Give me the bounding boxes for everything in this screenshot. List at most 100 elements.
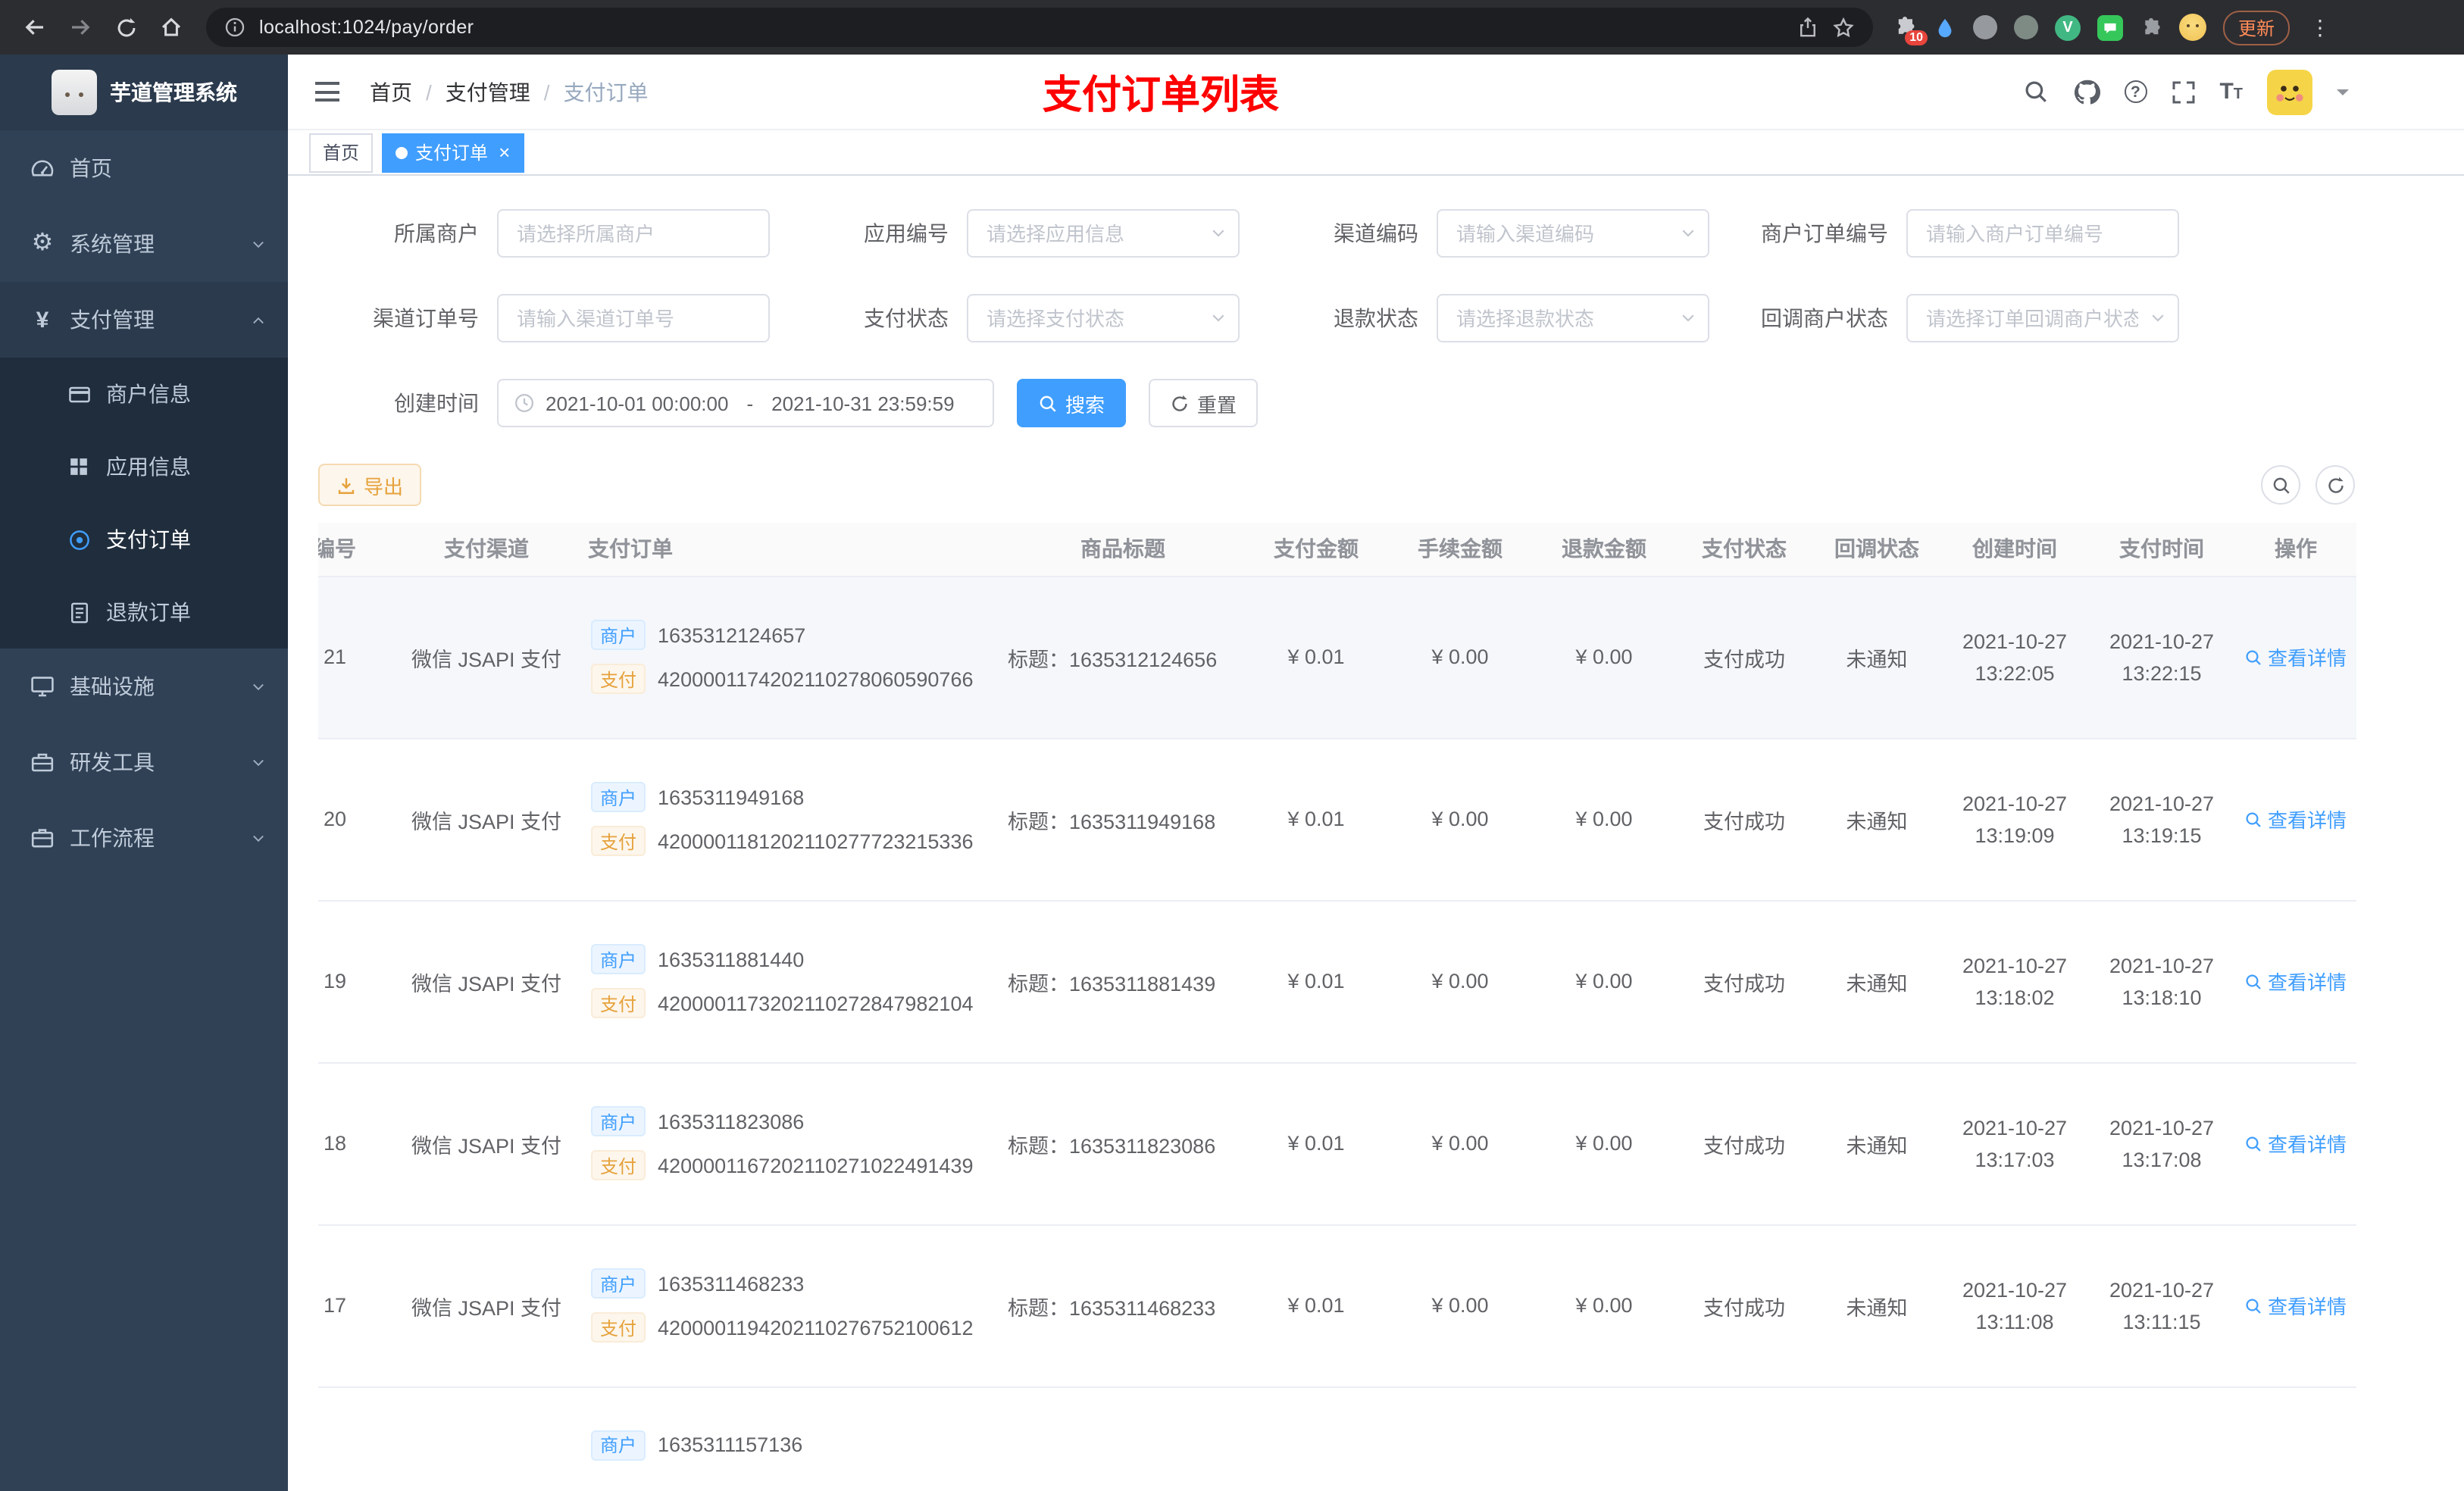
- pay-status-select[interactable]: [967, 294, 1240, 342]
- cell-fee-amount: ¥ 0.00: [1388, 900, 1532, 1063]
- url-text: localhost:1024/pay/order: [259, 17, 474, 38]
- cell-id: 17: [318, 1224, 403, 1387]
- filter-label: 商户订单编号: [1761, 221, 1888, 245]
- filter-label: 回调商户状态: [1761, 306, 1888, 330]
- sidebar-toggle-icon[interactable]: [312, 77, 342, 106]
- merchant-order-input[interactable]: [1906, 209, 2179, 258]
- browser-update-button[interactable]: 更新: [2223, 10, 2290, 45]
- extension-icon[interactable]: [1973, 15, 1997, 39]
- sidebar-item-workflow[interactable]: 工作流程: [0, 800, 288, 876]
- sidebar-item-home[interactable]: 首页: [0, 130, 288, 206]
- filter-channel-order-no: 渠道订单号: [318, 294, 788, 342]
- sidebar-item-dev-tools[interactable]: 研发工具: [0, 724, 288, 800]
- extension-icon[interactable]: [2014, 15, 2038, 39]
- view-detail-link[interactable]: 查看详情: [2245, 642, 2347, 671]
- table-row: 21 微信 JSAPI 支付 商户 1635312124657 支付 4200001…: [318, 576, 2356, 739]
- cell-pay-time: 2021-10-27 13:19:15: [2088, 738, 2235, 901]
- export-button[interactable]: 导出: [318, 464, 422, 506]
- github-icon[interactable]: [2072, 78, 2100, 105]
- tab-home[interactable]: 首页: [309, 133, 374, 172]
- show-search-toggle-button[interactable]: [2261, 465, 2300, 505]
- cell-id: 19: [318, 900, 403, 1063]
- view-detail-link[interactable]: 查看详情: [2245, 967, 2347, 996]
- bank-card-icon: [67, 382, 91, 406]
- drop-extension-icon[interactable]: [1934, 16, 1956, 39]
- filter-label: 渠道订单号: [373, 306, 479, 330]
- col-fee-amount: 手续金额: [1388, 523, 1532, 577]
- cell-actions: 查看详情: [2235, 738, 2356, 901]
- address-bar[interactable]: localhost:1024/pay/order: [206, 8, 1873, 47]
- cell-pay-status: 支付成功: [1676, 900, 1812, 1063]
- browser-back-button[interactable]: [12, 5, 58, 50]
- tab-close-icon[interactable]: [499, 142, 510, 162]
- reset-button[interactable]: 重置: [1149, 379, 1259, 427]
- cell-notify-status: 未通知: [1812, 576, 1941, 739]
- refresh-table-button[interactable]: [2315, 465, 2355, 505]
- share-icon[interactable]: [1797, 17, 1818, 38]
- gear-icon: [30, 232, 55, 256]
- main-area: 首页 支付管理 支付订单 支付订单列表: [288, 55, 2464, 1491]
- fullscreen-icon[interactable]: [2171, 80, 2195, 104]
- cell-order: 商户 1635311823086 支付 4200001167202110271022…: [570, 1062, 1002, 1225]
- refund-status-select[interactable]: [1437, 294, 1709, 342]
- sidebar-item-system-management[interactable]: 系统管理: [0, 206, 288, 282]
- help-icon[interactable]: [2124, 80, 2147, 103]
- extension-puzzle-icon[interactable]: 10: [1893, 15, 1928, 45]
- notify-status-select[interactable]: [1906, 294, 2179, 342]
- table-toolbar: 导出: [318, 464, 2434, 506]
- cell-fee-amount: ¥ 0.00: [1388, 1224, 1532, 1387]
- cell-title: 标题：1635311823086: [1002, 1062, 1244, 1225]
- cell-refund-amount: ¥ 0.00: [1532, 1062, 1676, 1225]
- browser-reload-button[interactable]: [103, 5, 149, 50]
- browser-forward-button[interactable]: [58, 5, 103, 50]
- merchant-input[interactable]: [497, 209, 770, 258]
- search-button[interactable]: 搜索: [1017, 379, 1127, 427]
- col-notify-status: 回调状态: [1812, 523, 1941, 577]
- sidebar-item-infrastructure[interactable]: 基础设施: [0, 649, 288, 724]
- app-select[interactable]: [967, 209, 1240, 258]
- cell-pay-time: 2021-10-27 13:22:15: [2088, 576, 2235, 739]
- chevron-down-icon: [250, 236, 267, 252]
- filter-pay-status: 支付状态: [788, 294, 1258, 342]
- cell-title: 标题：1635311468233: [1002, 1224, 1244, 1387]
- vue-devtools-icon[interactable]: [2055, 14, 2081, 40]
- cell-actions: 查看详情: [2235, 900, 2356, 1063]
- bookmark-star-icon[interactable]: [1832, 16, 1855, 39]
- view-detail-link[interactable]: 查看详情: [2245, 805, 2347, 833]
- view-detail-link[interactable]: 查看详情: [2245, 1129, 2347, 1158]
- channel-code-select[interactable]: [1437, 209, 1709, 258]
- browser-menu-icon[interactable]: [2306, 14, 2334, 40]
- cell-channel: 微信 JSAPI 支付: [403, 1062, 570, 1225]
- sidebar-item-payment-management[interactable]: 支付管理: [0, 282, 288, 358]
- cell-pay-amount: ¥ 0.01: [1244, 1062, 1388, 1225]
- user-avatar[interactable]: [2267, 69, 2312, 114]
- app-logo: 芋道管理系统: [0, 55, 288, 130]
- col-title: 商品标题: [1002, 523, 1244, 577]
- merchant-tag: 商户: [591, 1430, 646, 1460]
- date-end-value: 2021-10-31 23:59:59: [771, 392, 955, 414]
- search-icon[interactable]: [2022, 79, 2048, 105]
- tab-pay-order[interactable]: 支付订单: [382, 133, 524, 172]
- date-range-picker[interactable]: 2021-10-01 00:00:00 - 2021-10-31 23:59:5…: [497, 379, 994, 427]
- filter-merchant-order-no: 商户订单编号: [1728, 209, 2197, 258]
- cell-fee-amount: ¥ 0.00: [1388, 1062, 1532, 1225]
- cell-order: 商户 1635312124657 支付 4200001174202110278060…: [570, 576, 1002, 739]
- cell-refund-amount: ¥ 0.00: [1532, 1224, 1676, 1387]
- profile-memoji-icon[interactable]: [2179, 14, 2206, 41]
- sidebar-item-refund-order[interactable]: 退款订单: [0, 576, 288, 649]
- navbar-actions: [2022, 69, 2440, 114]
- view-detail-link[interactable]: 查看详情: [2245, 1291, 2347, 1320]
- sidebar-item-app-info[interactable]: 应用信息: [0, 430, 288, 503]
- breadcrumb-payment[interactable]: 支付管理: [446, 77, 530, 107]
- sidebar-item-merchant-info[interactable]: 商户信息: [0, 358, 288, 430]
- breadcrumb-home[interactable]: 首页: [370, 77, 412, 107]
- browser-home-button[interactable]: [149, 5, 194, 50]
- chat-extension-icon[interactable]: [2097, 14, 2123, 40]
- extension-puzzle-icon-2[interactable]: [2140, 16, 2162, 39]
- channel-order-input[interactable]: [497, 294, 770, 342]
- font-size-icon[interactable]: [2219, 80, 2243, 103]
- site-info-icon[interactable]: [224, 17, 245, 38]
- sidebar-item-pay-order[interactable]: 支付订单: [0, 503, 288, 576]
- avatar-caret-icon[interactable]: [2337, 89, 2349, 101]
- cell-pay-status: 支付成功: [1676, 738, 1812, 901]
